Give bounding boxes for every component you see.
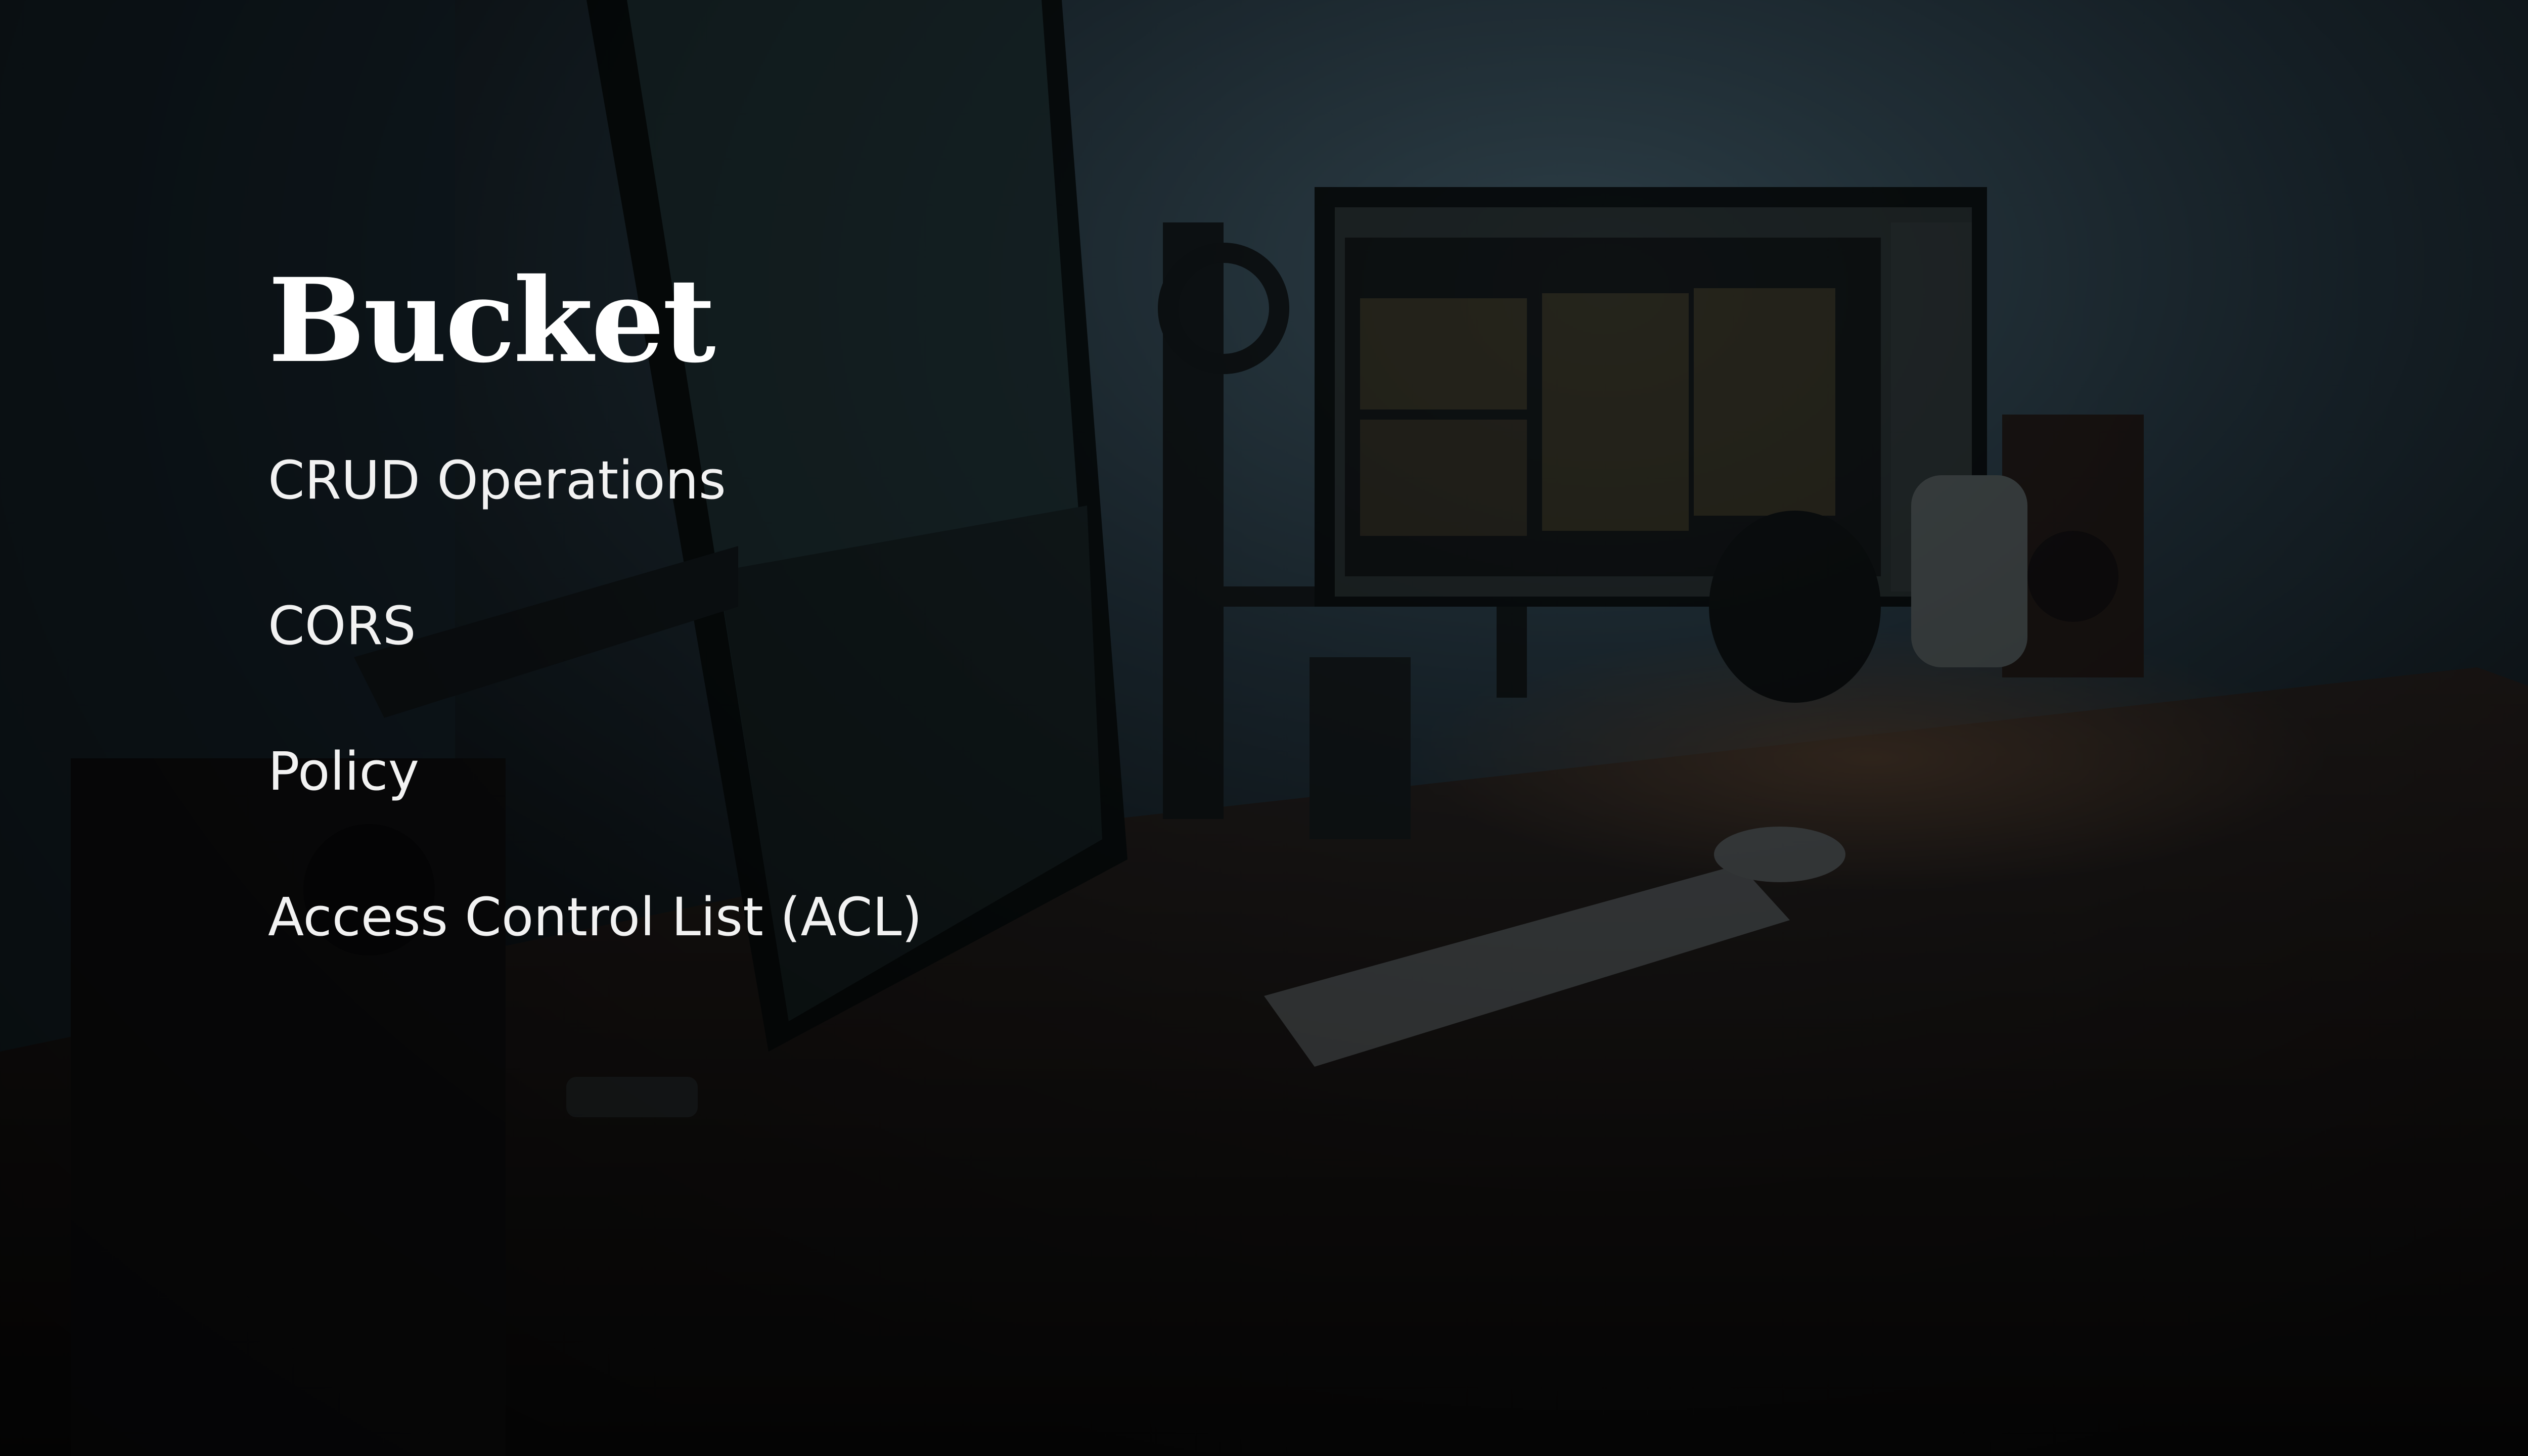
topic-list: CRUD Operations CORS Policy Access Contr… (268, 454, 1481, 943)
topic-item-acl: Access Control List (ACL) (268, 886, 922, 948)
slide-content: Bucket CRUD Operations CORS Policy Acces… (268, 263, 1481, 1036)
topic-item-cors: CORS (268, 595, 416, 657)
slide: Bucket CRUD Operations CORS Policy Acces… (0, 0, 2528, 1456)
topic-item-policy: Policy (268, 741, 420, 802)
slide-title: Bucket (268, 253, 716, 388)
topic-item-crud: CRUD Operations (268, 449, 726, 511)
